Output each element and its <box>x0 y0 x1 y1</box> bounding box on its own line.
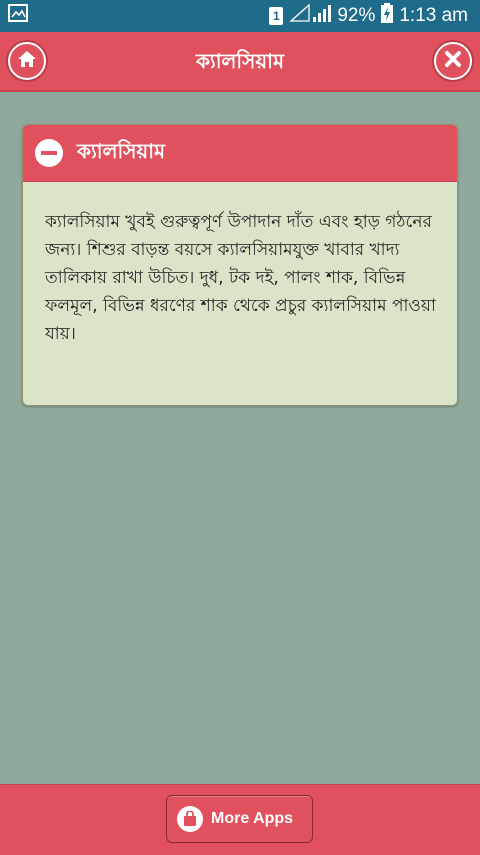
battery-percent: 92% <box>337 5 376 26</box>
info-card: ক্যালসিয়াম ক্যালসিয়াম খুবই গুরুত্বপূর্… <box>22 124 458 406</box>
status-bar: 1 92% 1:13 am <box>0 0 480 32</box>
signal-icon <box>289 3 332 29</box>
sim-indicator: 1 <box>269 7 284 25</box>
collapse-icon[interactable] <box>35 139 63 167</box>
gallery-icon <box>8 4 28 28</box>
more-apps-button[interactable]: More Apps <box>166 795 313 843</box>
clock: 1:13 am <box>399 5 468 26</box>
card-title: ক্যালসিয়াম <box>77 138 166 163</box>
close-button[interactable] <box>434 42 472 80</box>
bottom-bar: More Apps <box>0 784 480 855</box>
shopping-bag-icon <box>177 806 203 832</box>
more-apps-label: More Apps <box>211 810 294 827</box>
app-toolbar: ক্যালসিয়াম <box>0 32 480 92</box>
battery-icon <box>381 3 394 29</box>
close-icon <box>444 50 462 72</box>
card-header[interactable]: ক্যালসিয়াম <box>23 125 457 182</box>
page-title: ক্যালসিয়াম <box>195 49 285 73</box>
card-body-text: ক্যালসিয়াম খুবই গুরুত্বপূর্ণ উপাদান দাঁ… <box>45 212 436 344</box>
